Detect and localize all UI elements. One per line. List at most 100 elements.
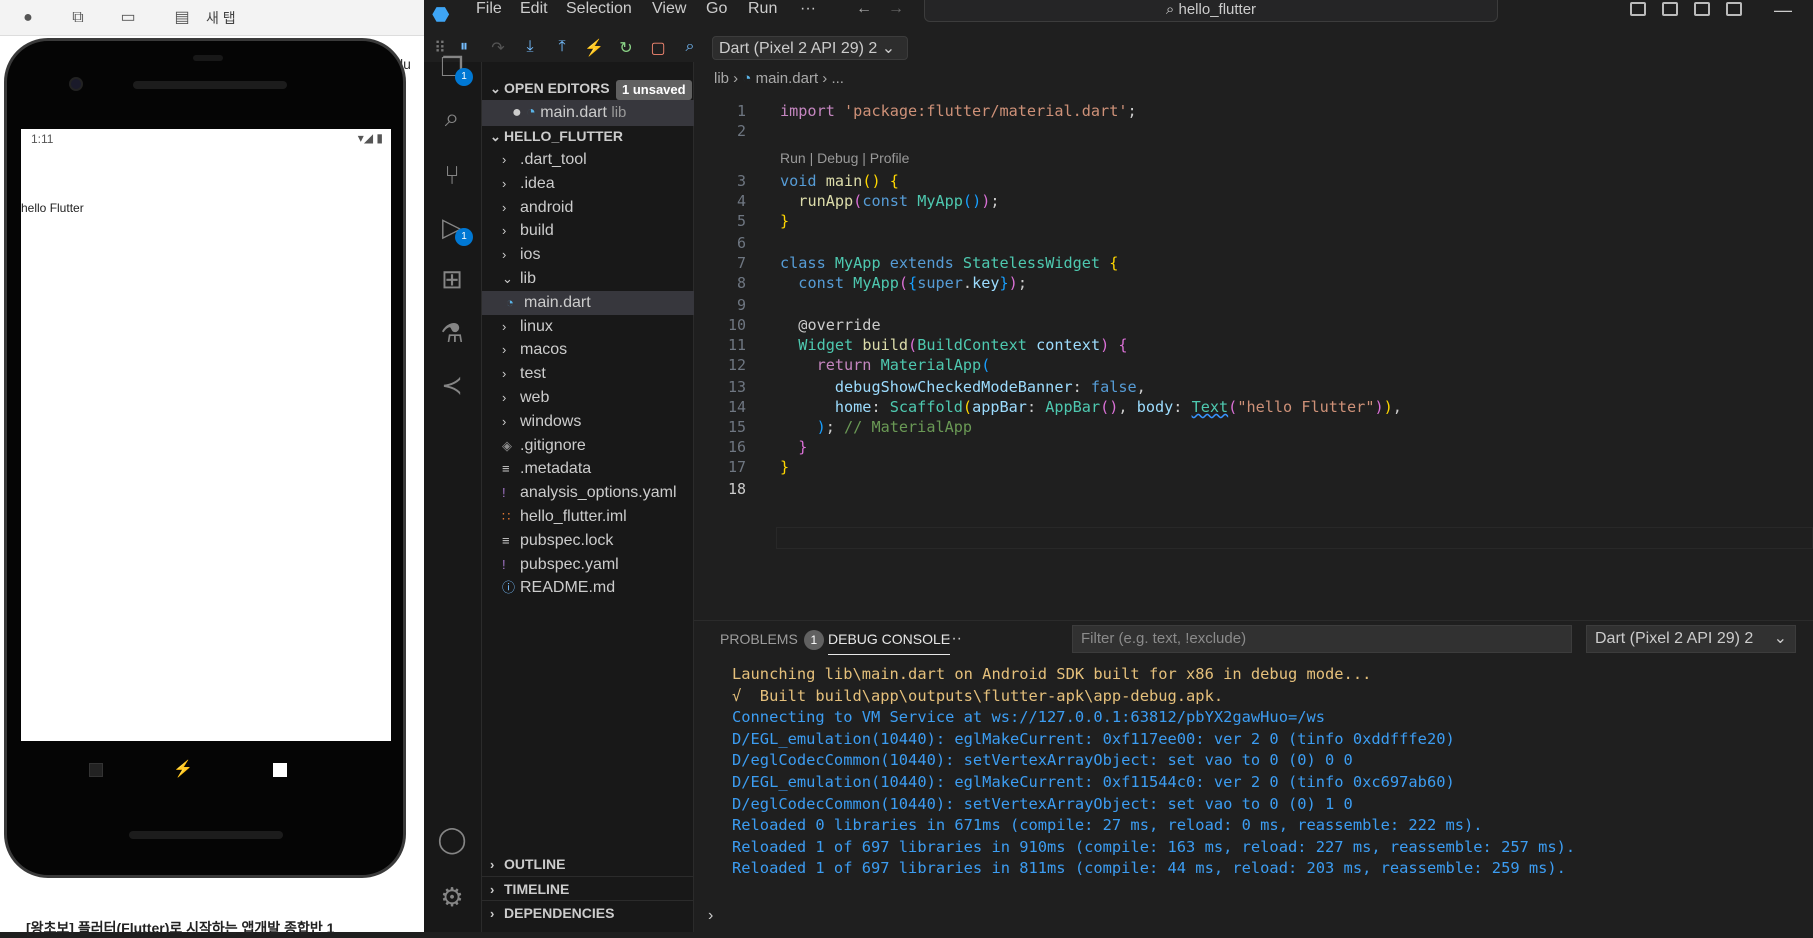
customize-layout-icon[interactable] — [1726, 2, 1742, 16]
phone-camera — [69, 77, 83, 91]
menu-more[interactable]: ··· — [800, 0, 816, 18]
tree-item-pubspec-yaml[interactable]: ! pubspec.yaml — [482, 553, 694, 577]
tree-item-build[interactable]: › build — [482, 219, 694, 243]
tree-item-hello-flutter-iml[interactable]: ∷ hello_flutter.iml — [482, 505, 694, 529]
chevron-right-icon: › — [502, 342, 507, 358]
tree-item-readme-md[interactable]: ⓘ README.md — [482, 576, 694, 600]
profile-icon[interactable]: ● — [16, 6, 40, 30]
step-over-icon[interactable]: ↷ — [488, 38, 508, 58]
tree-item-label: analysis_options.yaml — [520, 484, 677, 502]
explorer-icon[interactable]: ❐ 1 — [435, 50, 473, 86]
console-filter-input[interactable]: Filter (e.g. text, !exclude) — [1072, 625, 1572, 653]
testing-icon[interactable]: ⚗ — [435, 316, 469, 350]
tab-problems[interactable]: PROBLEMS 1 — [720, 629, 824, 655]
back-arrow-icon[interactable]: ← — [856, 0, 872, 18]
flutter-icon[interactable]: ⚡ — [173, 759, 193, 779]
project-label: HELLO_FLUTTER — [504, 128, 623, 144]
codelens[interactable]: Run | Debug | Profile — [780, 150, 909, 166]
tree-item-metadata[interactable]: ≡ .metadata — [482, 457, 694, 481]
status-time: 1:11 — [31, 132, 54, 146]
phone-speaker — [133, 81, 287, 89]
line-number: 16 — [727, 438, 746, 456]
line-number: 17 — [727, 458, 746, 476]
menu-file[interactable]: File — [476, 0, 502, 18]
menu-selection[interactable]: Selection — [566, 0, 632, 18]
problems-count-badge: 1 — [803, 630, 824, 650]
step-out-icon[interactable]: ⤒ — [552, 38, 572, 56]
tree-item-windows[interactable]: › windows — [482, 410, 694, 434]
run-debug-icon[interactable]: ▷ 1 — [435, 210, 473, 246]
browser-tab-label[interactable]: 새 탭 — [206, 8, 236, 28]
tree-item-ios[interactable]: › ios — [482, 243, 694, 267]
collections-icon[interactable]: ⧉ — [66, 6, 90, 30]
tree-item-test[interactable]: › test — [482, 362, 694, 386]
project-header[interactable]: ⌄ HELLO_FLUTTER — [482, 124, 694, 148]
source-control-icon[interactable]: ⑂ — [435, 158, 469, 192]
code-editor[interactable]: lib › ◔ main.dart › ... 1 2 3 4 5 6 7 8 9 10 11 12 1… — [694, 62, 1813, 622]
console-device-select[interactable]: Dart (Pixel 2 API 29) 2 ⌄ — [1586, 625, 1796, 653]
dependencies-header[interactable]: › DEPENDENCIES — [482, 900, 694, 924]
search-icon[interactable]: ⌕ — [435, 100, 469, 134]
panel-more-icon[interactable]: ··· — [946, 629, 962, 655]
flutter-icon[interactable]: ≺ — [435, 368, 469, 402]
menu-go[interactable]: Go — [706, 0, 727, 18]
forward-arrow-icon[interactable]: → — [888, 0, 904, 18]
restart-icon[interactable]: ↻ — [616, 38, 636, 58]
tree-item-web[interactable]: › web — [482, 386, 694, 410]
phone-nav-bar: ⚡ — [21, 741, 391, 801]
tree-item-idea[interactable]: › .idea — [482, 172, 694, 196]
console-input-chevron-icon[interactable]: › — [708, 907, 713, 925]
phone-screen[interactable]: 1:11 ▾◢ ▮ hello Flutter — [21, 129, 391, 741]
menu-run[interactable]: Run — [748, 0, 777, 18]
minimize-icon[interactable]: — — [1774, 0, 1792, 20]
tree-item-main-dart[interactable]: ◔ main.dart — [482, 290, 694, 315]
yaml-file-icon: ! — [502, 485, 506, 501]
toggle-panel-icon[interactable] — [1662, 2, 1678, 16]
code-line-3: void main() { — [780, 172, 899, 190]
toggle-sidebar-icon[interactable] — [1630, 2, 1646, 16]
tree-item-linux[interactable]: › linux — [482, 315, 694, 339]
outline-header[interactable]: › OUTLINE — [482, 852, 694, 876]
debug-device-select[interactable]: Dart (Pixel 2 API 29) 2 ⌄ — [712, 36, 908, 60]
accounts-icon[interactable]: ◯ — [435, 822, 469, 856]
command-center[interactable]: ⌕ hello_flutter — [924, 0, 1498, 22]
stop-icon[interactable]: ▢ — [648, 38, 668, 58]
chevron-right-icon: › — [502, 318, 507, 334]
toggle-secondary-sidebar-icon[interactable] — [1694, 2, 1710, 16]
open-editor-item[interactable]: ● ◔ main.dart lib — [482, 100, 694, 126]
menu-view[interactable]: View — [652, 0, 686, 18]
timeline-header[interactable]: › TIMELINE — [482, 876, 694, 900]
back-icon[interactable] — [89, 763, 103, 777]
recents-icon[interactable] — [273, 763, 287, 777]
tree-item-pubspec-lock[interactable]: ≡ pubspec.lock — [482, 529, 694, 553]
breadcrumb-file[interactable]: main.dart — [756, 70, 819, 87]
code-line-1: import 'package:flutter/material.dart'; — [780, 102, 1137, 120]
tab-debug-console[interactable]: DEBUG CONSOLE — [828, 629, 951, 655]
tree-item-macos[interactable]: › macos — [482, 338, 694, 362]
breadcrumb-more[interactable]: ... — [831, 70, 844, 87]
hot-reload-icon[interactable]: ⚡ — [584, 38, 604, 58]
tree-item-lib[interactable]: ⌄ lib — [482, 267, 694, 291]
breadcrumb-lib[interactable]: lib — [714, 70, 729, 87]
settings-gear-icon[interactable]: ⚙ — [435, 880, 469, 914]
tab-actions-icon[interactable]: ▭ — [116, 6, 140, 30]
yaml-file-icon: ! — [502, 556, 506, 572]
open-editor-filename: main.dart — [540, 104, 607, 121]
file-file-icon: ≡ — [502, 461, 510, 477]
devtools-icon[interactable]: ⌕ — [680, 38, 700, 56]
git-file-icon: ◈ — [502, 437, 512, 453]
line-number: 10 — [727, 316, 746, 334]
tree-item-gitignore[interactable]: ◈ .gitignore — [482, 434, 694, 458]
vscode-logo-icon: ⬣ — [432, 4, 450, 26]
open-editors-header[interactable]: ⌄ OPEN EDITORS 1 unsaved — [482, 76, 694, 100]
extensions-icon[interactable]: ⊞ — [435, 262, 469, 296]
search-icon: ⌕ — [1165, 1, 1179, 18]
tree-item-analysis-options-yaml[interactable]: ! analysis_options.yaml — [482, 481, 694, 505]
chevron-down-icon: ⌄ — [490, 81, 501, 96]
dependencies-label: DEPENDENCIES — [504, 905, 615, 921]
menu-edit[interactable]: Edit — [520, 0, 548, 18]
step-into-icon[interactable]: ⤓ — [520, 38, 540, 56]
line-number: 5 — [736, 212, 746, 230]
tree-item-dart-tool[interactable]: › .dart_tool — [482, 148, 694, 172]
tree-item-android[interactable]: › android — [482, 196, 694, 220]
